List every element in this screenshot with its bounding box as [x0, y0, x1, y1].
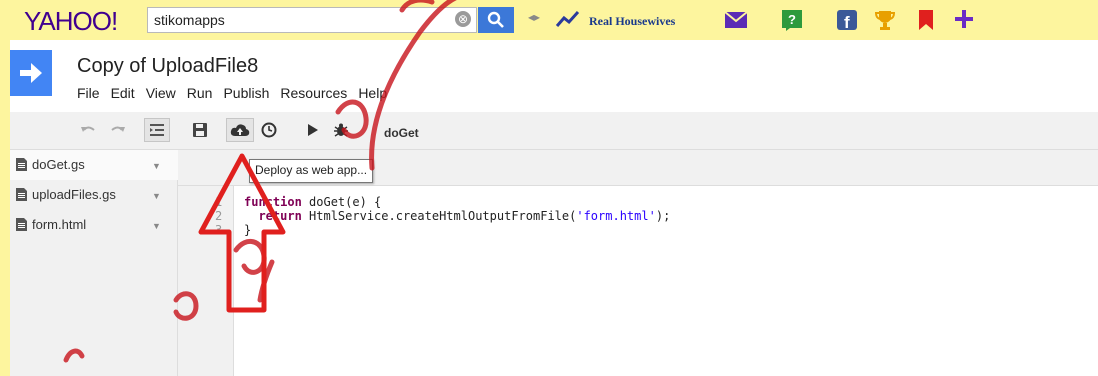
- menu-bar: File Edit View Run Publish Resources Hel…: [77, 85, 387, 101]
- chevron-down-icon[interactable]: ▼: [152, 161, 161, 171]
- file-icon: [16, 188, 27, 201]
- function-select[interactable]: doGet: [384, 126, 419, 140]
- chevron-down-icon[interactable]: ▼: [152, 221, 161, 231]
- bookmark-icon[interactable]: [918, 9, 934, 31]
- bug-icon: [334, 123, 348, 137]
- chevron-down-icon[interactable]: ▼: [152, 191, 161, 201]
- line-number: 3: [215, 223, 223, 237]
- file-name: doGet.gs: [32, 157, 85, 172]
- real-housewives-link[interactable]: Real Housewives: [589, 14, 675, 29]
- search-icon: [487, 11, 504, 28]
- save-button[interactable]: [188, 118, 212, 142]
- code-keyword: function: [244, 195, 302, 209]
- save-icon: [193, 123, 207, 137]
- yahoo-toolbar: YAHOO! stikomapps ⊗ ◂▸ Real Housewives ?…: [0, 0, 1098, 40]
- file-icon: [16, 158, 27, 171]
- cloud-upload-icon: [230, 124, 250, 136]
- trophy-icon[interactable]: [874, 9, 896, 31]
- svg-text:f: f: [844, 13, 850, 31]
- indent-button[interactable]: [144, 118, 170, 142]
- deploy-web-app-button[interactable]: [226, 118, 254, 142]
- line-number-gutter: 1 2 3: [178, 186, 234, 376]
- triggers-button[interactable]: [258, 118, 280, 142]
- indent-icon: [150, 124, 164, 136]
- file-item[interactable]: form.html ▼: [10, 210, 178, 240]
- answers-icon[interactable]: ?: [781, 9, 803, 31]
- search-button[interactable]: [478, 7, 514, 33]
- trending-icon[interactable]: [555, 8, 581, 30]
- undo-button[interactable]: [78, 118, 98, 142]
- menu-help[interactable]: Help: [358, 85, 387, 101]
- facebook-icon[interactable]: f: [836, 9, 858, 31]
- mail-icon[interactable]: [724, 11, 748, 29]
- clear-icon[interactable]: ⊗: [455, 11, 471, 27]
- yahoo-search-input[interactable]: stikomapps: [147, 7, 477, 33]
- divider-icon: ◂▸: [528, 10, 541, 24]
- code-text: doGet(e) {: [301, 195, 382, 209]
- file-name: uploadFiles.gs: [32, 187, 116, 202]
- menu-resources[interactable]: Resources: [280, 85, 347, 101]
- editor-toolbar: doGet: [10, 112, 1098, 150]
- debug-button[interactable]: [330, 118, 352, 142]
- menu-publish[interactable]: Publish: [223, 85, 269, 101]
- project-title[interactable]: Copy of UploadFile8: [77, 55, 258, 78]
- code-text: );: [655, 209, 671, 223]
- file-list: doGet.gs ▼ uploadFiles.gs ▼ form.html ▼: [10, 150, 178, 376]
- run-button[interactable]: [304, 118, 322, 142]
- yahoo-logo[interactable]: YAHOO!: [24, 6, 118, 37]
- code-line: return HtmlService.createHtmlOutputFromF…: [244, 209, 670, 223]
- plus-icon[interactable]: [954, 9, 974, 29]
- code-editor[interactable]: function doGet(e) { return HtmlService.c…: [234, 186, 1098, 376]
- code-keyword: return: [258, 209, 302, 223]
- file-item[interactable]: uploadFiles.gs ▼: [10, 180, 178, 210]
- line-number: 1: [215, 195, 223, 209]
- file-icon: [16, 218, 27, 231]
- menu-file[interactable]: File: [77, 85, 100, 101]
- line-number: 2: [215, 209, 223, 223]
- arrow-right-icon: [20, 63, 42, 83]
- clock-icon: [261, 122, 277, 138]
- code-line: function doGet(e) {: [244, 195, 381, 209]
- code-line: }: [244, 223, 252, 237]
- back-button[interactable]: [10, 50, 52, 96]
- play-icon: [308, 124, 318, 136]
- redo-icon: [111, 126, 125, 132]
- undo-icon: [81, 126, 95, 132]
- svg-text:?: ?: [788, 12, 796, 27]
- script-editor-window: Copy of UploadFile8 File Edit View Run P…: [10, 40, 1098, 376]
- redo-button[interactable]: [108, 118, 128, 142]
- menu-run[interactable]: Run: [187, 85, 213, 101]
- page-margin: [0, 40, 10, 376]
- menu-view[interactable]: View: [146, 85, 176, 101]
- file-item[interactable]: doGet.gs ▼: [10, 150, 178, 180]
- file-name: form.html: [32, 217, 87, 232]
- code-text: HtmlService.createHtmlOutputFromFile(: [301, 209, 577, 223]
- menu-edit[interactable]: Edit: [111, 85, 135, 101]
- deploy-tooltip: Deploy as web app...: [249, 159, 374, 183]
- code-string: 'form.html': [576, 209, 656, 223]
